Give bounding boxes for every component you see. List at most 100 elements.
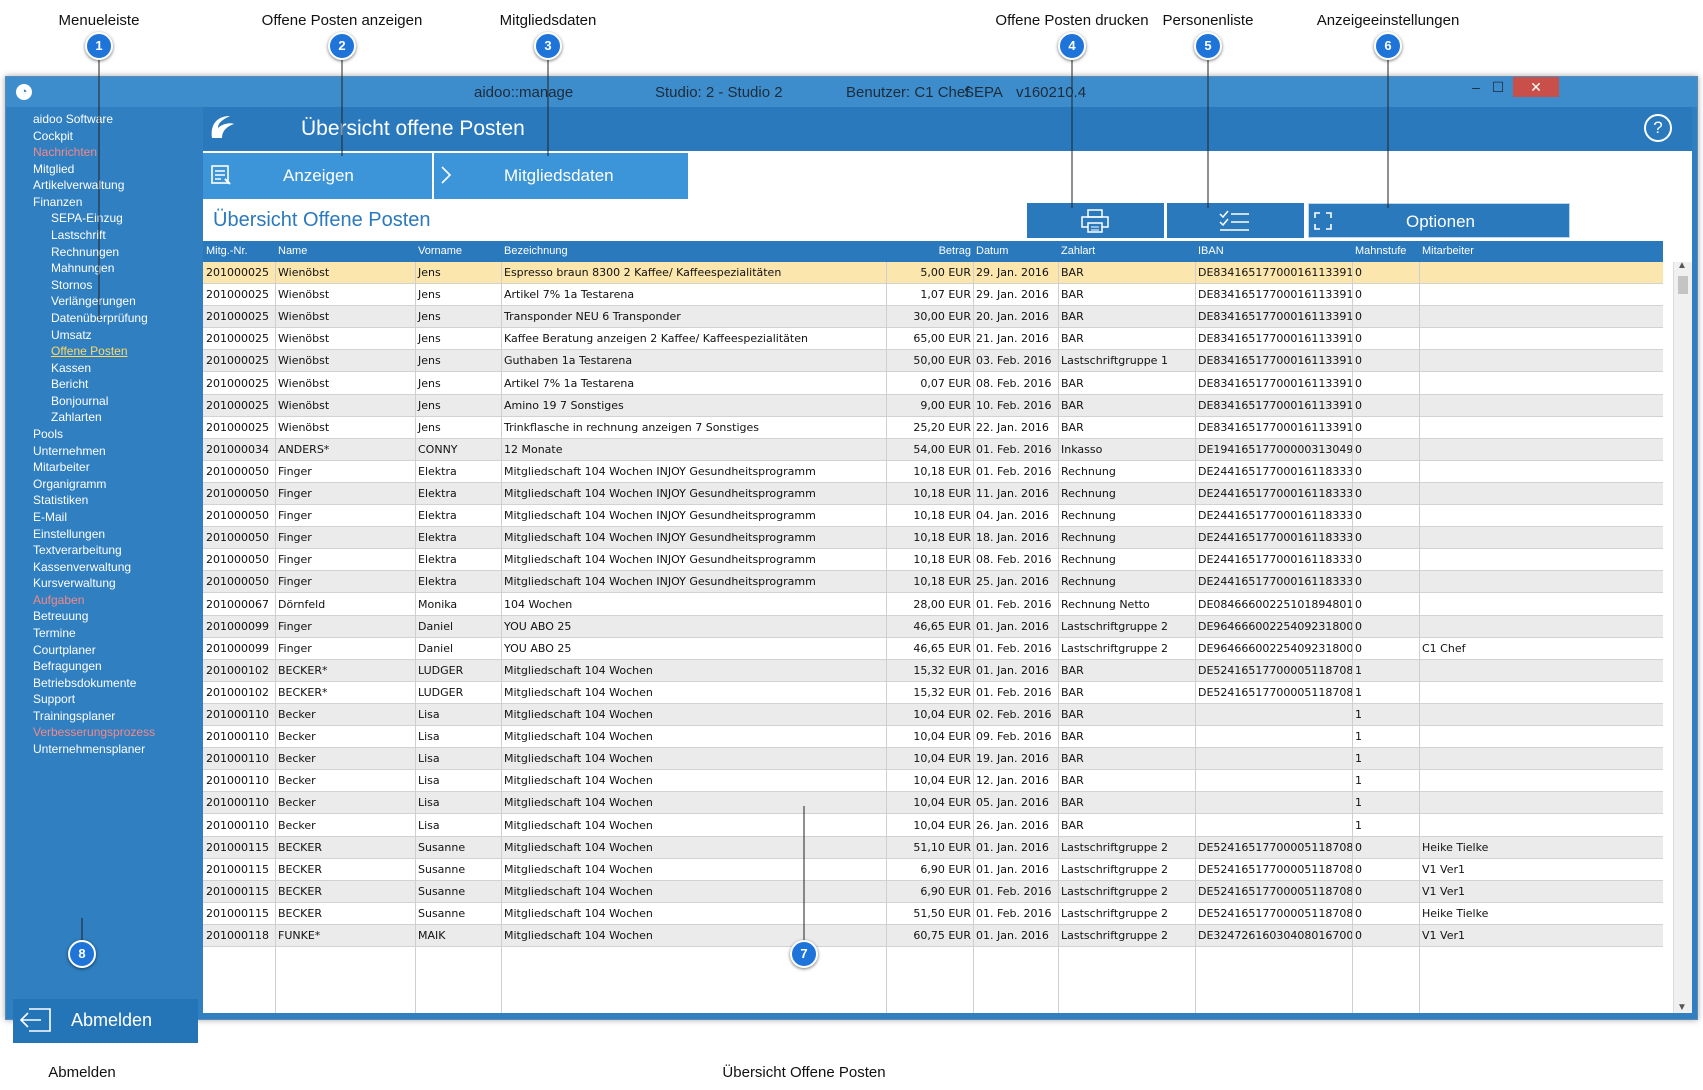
sidebar-item-kassen[interactable]: Kassen	[51, 361, 91, 375]
table-row[interactable]: 201000115 BECKER Susanne Mitgliedschaft 104…	[203, 880, 1663, 903]
tab-mitgliedsdaten[interactable]: Mitgliedsdaten	[434, 153, 688, 199]
sidebar-item-betreuung[interactable]: Betreuung	[33, 609, 88, 623]
sidebar-item-befragungen[interactable]: Befragungen	[33, 659, 102, 673]
table-row[interactable]: 201000050 Finger Elektra Mitgliedschaft 104…	[203, 460, 1663, 483]
table-cell: Kaffee Beratung anzeigen 2 Kaffee/ Kaffe…	[504, 332, 808, 346]
table-row[interactable]: 201000050 Finger Elektra Mitgliedschaft 104…	[203, 483, 1663, 505]
table-row[interactable]: 201000050 Finger Elektra Mitgliedschaft 104…	[203, 505, 1663, 528]
sidebar-item-stornos[interactable]: Stornos	[51, 278, 92, 292]
column-header[interactable]: Name	[278, 245, 307, 257]
options-button[interactable]: Optionen	[1308, 203, 1570, 238]
table-row[interactable]: 201000110 Becker Lisa Mitgliedschaft 104 Wo…	[203, 704, 1663, 726]
sidebar-item-kassenverwaltung[interactable]: Kassenverwaltung	[33, 560, 131, 574]
sidebar-item-zahlarten[interactable]: Zahlarten	[51, 410, 102, 424]
sidebar-item-mahnungen[interactable]: Mahnungen	[51, 261, 114, 275]
tab-anzeigen[interactable]: Anzeigen	[203, 153, 432, 199]
table-row[interactable]: 201000025 Wienöbst Jens Trinkflasche in rec…	[203, 416, 1663, 439]
column-header[interactable]: Vorname	[418, 245, 462, 257]
table-row[interactable]: 201000110 Becker Lisa Mitgliedschaft 104 Wo…	[203, 770, 1663, 793]
column-header[interactable]: Bezeichnung	[504, 245, 568, 257]
table-row[interactable]: 201000099 Finger Daniel YOU ABO 25 46,65 EUR…	[203, 615, 1663, 638]
logout-button[interactable]: Abmelden	[13, 999, 198, 1043]
sidebar-item-betriebsdokumente[interactable]: Betriebsdokumente	[33, 676, 136, 690]
sidebar-item-verbesserungsprozess[interactable]: Verbesserungsprozess	[33, 725, 155, 739]
scroll-down-icon[interactable]: ▼	[1677, 1002, 1687, 1013]
table-row[interactable]: 201000067 Dörnfeld Monika 104 Wochen 28,00 E…	[203, 593, 1663, 616]
table-row[interactable]: 201000025 Wienöbst Jens Amino 19 7 Sonstige…	[203, 394, 1663, 417]
sidebar-item-cockpit[interactable]: Cockpit	[33, 129, 73, 143]
table-row[interactable]: 201000110 Becker Lisa Mitgliedschaft 104 Wo…	[203, 814, 1663, 837]
scroll-up-icon[interactable]: ▲	[1677, 260, 1687, 271]
sidebar-item-pools[interactable]: Pools	[33, 427, 63, 441]
sidebar-item-aufgaben[interactable]: Aufgaben	[33, 593, 84, 607]
close-button[interactable]: ✕	[1513, 77, 1559, 97]
table-row[interactable]: 201000102 BECKER* LUDGER Mitgliedschaft 104…	[203, 681, 1663, 704]
sidebar-item-unternehmen[interactable]: Unternehmen	[33, 444, 106, 458]
column-header[interactable]: IBAN	[1198, 245, 1224, 257]
sidebar-item-organigramm[interactable]: Organigramm	[33, 477, 106, 491]
table-row[interactable]: 201000118 FUNKE* MAIK Mitgliedschaft 104 Wo…	[203, 925, 1663, 947]
sidebar-item-statistiken[interactable]: Statistiken	[33, 493, 88, 507]
maximize-button[interactable]: ☐	[1481, 77, 1515, 97]
column-header[interactable]: Datum	[976, 245, 1008, 257]
column-header[interactable]: Mitg.-Nr.	[206, 245, 248, 257]
sidebar-item-artikelverwaltung[interactable]: Artikelverwaltung	[33, 178, 124, 192]
sidebar-item-kursverwaltung[interactable]: Kursverwaltung	[33, 576, 116, 590]
table-row[interactable]: 201000110 Becker Lisa Mitgliedschaft 104 Wo…	[203, 792, 1663, 815]
person-list-button[interactable]	[1167, 203, 1304, 238]
table-row[interactable]: 201000110 Becker Lisa Mitgliedschaft 104 Wo…	[203, 726, 1663, 749]
table-row[interactable]: 201000050 Finger Elektra Mitgliedschaft 104…	[203, 571, 1663, 594]
sidebar-item-nachrichten[interactable]: Nachrichten	[33, 145, 97, 159]
sidebar-item-trainingsplaner[interactable]: Trainingsplaner	[33, 709, 115, 723]
sidebar-item-bonjournal[interactable]: Bonjournal	[51, 394, 108, 408]
sidebar-item-mitarbeiter[interactable]: Mitarbeiter	[33, 460, 90, 474]
sidebar-item-offene-posten[interactable]: Offene Posten	[51, 344, 128, 358]
table-row[interactable]: 201000050 Finger Elektra Mitgliedschaft 104…	[203, 549, 1663, 572]
table-row[interactable]: 201000115 BECKER Susanne Mitgliedschaft 104…	[203, 858, 1663, 881]
table-cell: Heike Tielke	[1422, 840, 1489, 854]
sidebar-item-termine[interactable]: Termine	[33, 626, 76, 640]
table-cell: 1,07 EUR	[920, 288, 971, 302]
column-divider	[415, 262, 416, 1013]
table-row[interactable]: 201000050 Finger Elektra Mitgliedschaft 104…	[203, 527, 1663, 550]
sidebar-item-verlängerungen[interactable]: Verlängerungen	[51, 294, 136, 308]
table-row[interactable]: 201000115 BECKER Susanne Mitgliedschaft 104…	[203, 836, 1663, 859]
column-header[interactable]: Betrag	[939, 245, 971, 257]
print-button[interactable]	[1027, 203, 1164, 238]
scrollbar-thumb[interactable]	[1678, 276, 1688, 294]
table-row[interactable]: 201000102 BECKER* LUDGER Mitgliedschaft 104…	[203, 659, 1663, 682]
sidebar-item-sepa-einzug[interactable]: SEPA-Einzug	[51, 211, 123, 225]
table-row[interactable]: 201000025 Wienöbst Jens Guthaben 1a Testare…	[203, 350, 1663, 373]
column-header[interactable]: Mahnstufe	[1355, 245, 1406, 257]
table-row[interactable]: 201000025 Wienöbst Jens Espresso braun 8300…	[203, 262, 1663, 284]
sidebar-item-aidoo-software[interactable]: aidoo Software	[33, 112, 113, 126]
vertical-scrollbar[interactable]: ▲ ▼	[1673, 260, 1692, 1013]
table-cell: 0	[1355, 464, 1362, 478]
table-row[interactable]: 201000025 Wienöbst Jens Artikel 7% 1a Testa…	[203, 372, 1663, 395]
sidebar-item-e-mail[interactable]: E-Mail	[33, 510, 67, 524]
table-cell: 0	[1355, 929, 1362, 942]
sidebar-item-support[interactable]: Support	[33, 692, 75, 706]
table-cell: Transponder NEU 6 Transponder	[504, 310, 681, 324]
sidebar-item-finanzen[interactable]: Finanzen	[33, 195, 82, 209]
sidebar-item-umsatz[interactable]: Umsatz	[51, 328, 92, 342]
sidebar-item-courtplaner[interactable]: Courtplaner	[33, 643, 96, 657]
table-row[interactable]: 201000034 ANDERS* CONNY 12 Monate 54,00 EUR 0…	[203, 438, 1663, 461]
sidebar-item-einstellungen[interactable]: Einstellungen	[33, 527, 105, 541]
sidebar-item-mitglied[interactable]: Mitglied	[33, 162, 74, 176]
sidebar-item-bericht[interactable]: Bericht	[51, 377, 88, 391]
column-header[interactable]: Mitarbeiter	[1422, 245, 1474, 257]
sidebar-item-textverarbeitung[interactable]: Textverarbeitung	[33, 543, 122, 557]
table-row[interactable]: 201000025 Wienöbst Jens Kaffee Beratung anz…	[203, 328, 1663, 351]
table-row[interactable]: 201000099 Finger Daniel YOU ABO 25 46,65 EUR…	[203, 637, 1663, 660]
help-icon[interactable]: ?	[1644, 114, 1672, 142]
column-header[interactable]: Zahlart	[1061, 245, 1095, 257]
table-row[interactable]: 201000115 BECKER Susanne Mitgliedschaft 104…	[203, 902, 1663, 925]
table-cell: 0	[1355, 862, 1362, 876]
table-row[interactable]: 201000025 Wienöbst Jens Artikel 7% 1a Testa…	[203, 284, 1663, 307]
sidebar-item-unternehmensplaner[interactable]: Unternehmensplaner	[33, 742, 145, 756]
sidebar-item-rechnungen[interactable]: Rechnungen	[51, 245, 119, 259]
sidebar-item-lastschrift[interactable]: Lastschrift	[51, 228, 106, 242]
table-row[interactable]: 201000025 Wienöbst Jens Transponder NEU 6 T…	[203, 306, 1663, 329]
table-row[interactable]: 201000110 Becker Lisa Mitgliedschaft 104 Wo…	[203, 748, 1663, 771]
